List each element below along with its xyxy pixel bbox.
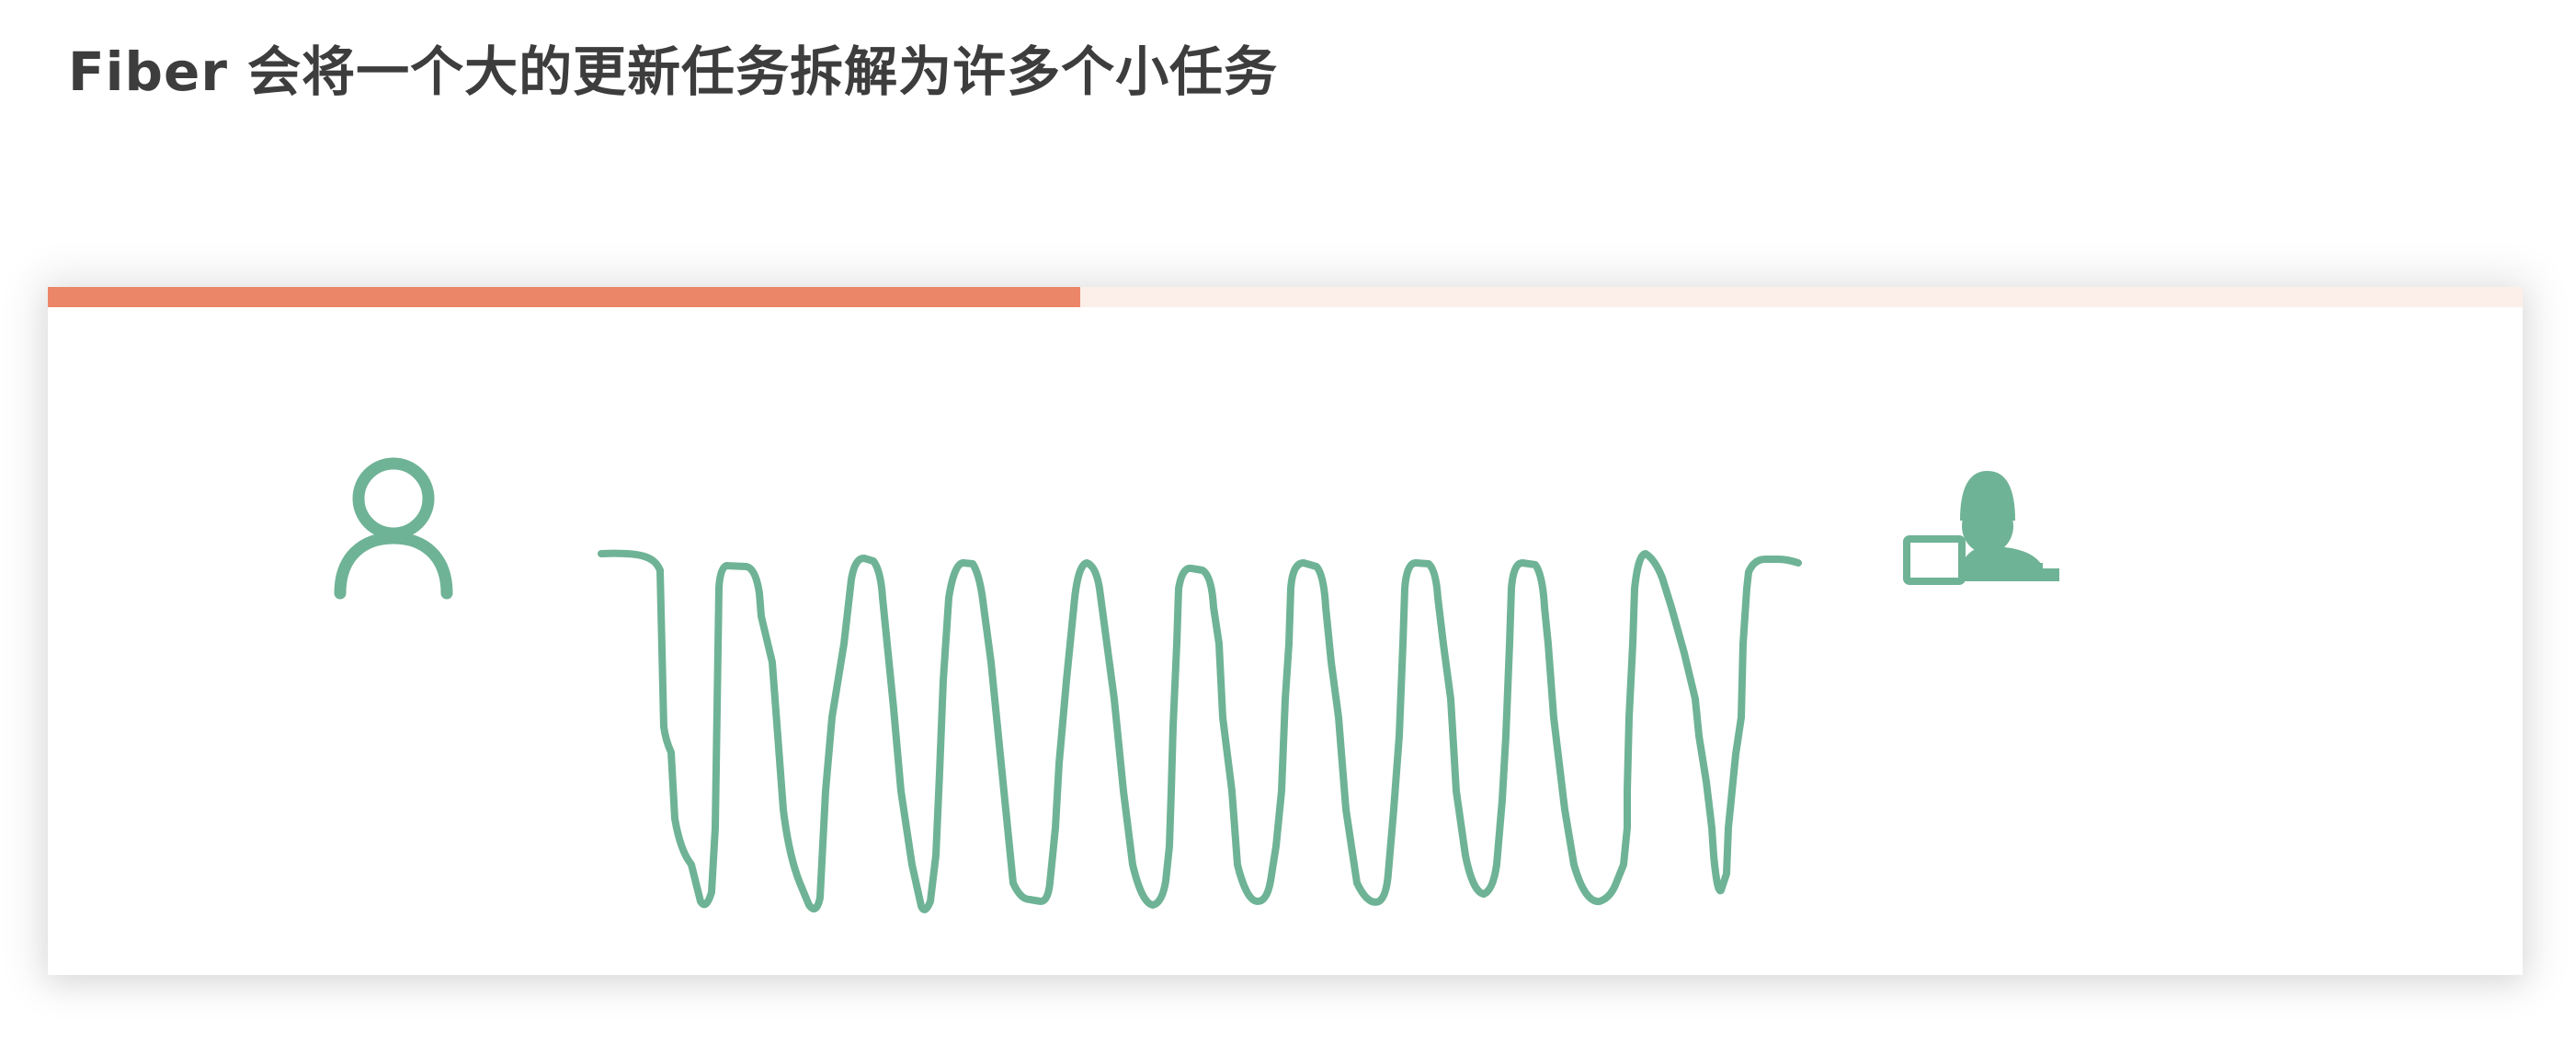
user-icon <box>334 457 453 600</box>
worker-laptop-icon <box>1903 471 2059 585</box>
squiggle-line <box>598 549 1802 913</box>
fiber-diagram <box>334 457 2059 913</box>
